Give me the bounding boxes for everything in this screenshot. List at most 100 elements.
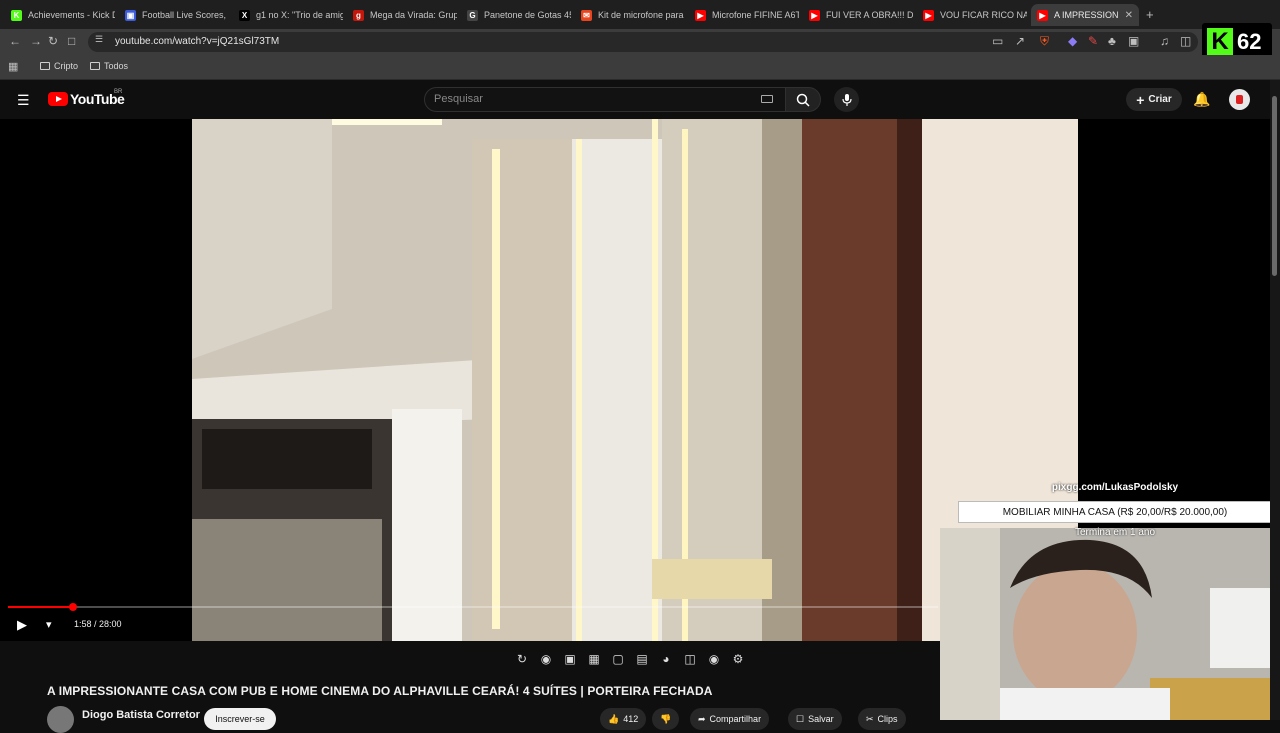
tab-title: Mega da Virada: Grup <box>370 10 457 20</box>
country-code: BR <box>114 89 123 95</box>
sidebar-icon[interactable]: ◫ <box>1180 34 1191 48</box>
webcam-feed-image <box>940 528 1280 720</box>
screenshot-icon[interactable]: ▣ <box>1128 34 1139 48</box>
browser-tab[interactable]: ▶ A IMPRESSION ✕ <box>1031 4 1139 26</box>
speed-icon[interactable]: ◕ <box>656 649 676 669</box>
extensions-puzzle-icon[interactable]: ♣ <box>1108 34 1116 48</box>
settings-gear-icon[interactable]: ⚙ <box>728 649 748 669</box>
browser-tab[interactable]: G Panetone de Gotas 45 <box>461 4 571 26</box>
clip-button[interactable]: ✂ Clips <box>858 708 906 730</box>
playlist-icon[interactable]: ▤ <box>632 649 652 669</box>
back-icon[interactable]: ← <box>9 34 21 48</box>
loop-icon[interactable]: ↻ <box>512 649 532 669</box>
search-button[interactable] <box>785 87 821 112</box>
bookmark-folder-cripto[interactable]: Cripto <box>40 61 78 71</box>
browser-tab[interactable]: K Achievements - Kick D <box>5 4 115 26</box>
url-text[interactable]: youtube.com/watch?v=jQ21sGl73TM <box>115 36 279 47</box>
bookmark-label: Todos <box>104 61 129 71</box>
share-button[interactable]: ➦ Compartilhar <box>690 708 770 730</box>
create-button[interactable]: + Criar <box>1126 88 1182 111</box>
tab-favicon-icon: ✉ <box>581 9 592 21</box>
view-icon[interactable]: ▣ <box>560 649 580 669</box>
search-icon <box>796 93 810 107</box>
tab-favicon-icon: ▶ <box>923 9 934 21</box>
thumbs-up-icon: 👍 <box>608 713 620 724</box>
tab-favicon-icon: ▶ <box>809 9 820 21</box>
tab-favicon-icon: K <box>11 9 22 21</box>
save-button[interactable]: ☐ Salvar <box>788 708 842 730</box>
tab-title: VOU FICAR RICO NA F <box>940 10 1027 20</box>
new-tab-icon[interactable]: + <box>1146 7 1154 22</box>
bookmark-icon[interactable]: □ <box>68 34 75 48</box>
share-icon: ➦ <box>698 713 706 724</box>
save-label: Salvar <box>808 714 834 724</box>
apps-grid-icon[interactable]: ▦ <box>8 60 18 73</box>
tab-favicon-icon: G <box>467 9 478 21</box>
cinema-icon[interactable]: ▦ <box>584 649 604 669</box>
tab-title: Microfone FIFINE A6T <box>712 10 799 20</box>
folder-icon <box>90 62 100 70</box>
account-avatar[interactable] <box>1229 89 1250 110</box>
cast-icon[interactable]: ▭ <box>992 34 1003 48</box>
reload-icon[interactable]: ↻ <box>48 34 58 48</box>
browser-tab[interactable]: Xg1 no X: "Trio de amig <box>233 4 343 26</box>
clip-label: Clips <box>877 714 898 724</box>
notifications-bell-icon[interactable]: 🔔 <box>1193 91 1210 108</box>
goal-deadline: Termina em 1 ano <box>1074 527 1156 538</box>
browser-tab[interactable]: ▶ VOU FICAR RICO NA F <box>917 4 1027 26</box>
tab-title: g1 no X: "Trio de amig <box>256 10 343 20</box>
youtube-logo-icon[interactable] <box>48 92 68 106</box>
volume-icon[interactable]: ▾ <box>46 618 52 631</box>
site-info-icon[interactable]: ☰ <box>95 34 103 45</box>
share-label: Compartilhar <box>709 714 762 724</box>
tab-favicon-icon: ▣ <box>125 9 136 21</box>
folder-icon <box>40 62 50 70</box>
progress-scrubber[interactable] <box>69 603 77 611</box>
progress-track[interactable] <box>8 606 938 608</box>
forward-icon[interactable]: → <box>30 34 42 48</box>
menu-icon[interactable]: ☰ <box>17 92 30 109</box>
tab-title: Kit de microfone para <box>598 10 684 20</box>
video-title: A IMPRESSIONANTE CASA COM PUB E HOME CIN… <box>47 684 713 698</box>
extension-toolbar: ↻ ◉ ▣ ▦ ▢ ▤ ◕ ◫ ◉ ⚙ <box>512 648 758 670</box>
tab-favicon-icon: g <box>353 9 364 21</box>
time-display: 1:58 / 28:00 <box>74 619 122 629</box>
like-count: 412 <box>623 714 639 724</box>
plus-icon: + <box>1136 91 1145 108</box>
bookmark-folder-todos[interactable]: Todos <box>90 61 128 71</box>
keyboard-icon[interactable] <box>761 95 773 103</box>
tab-close-icon[interactable]: ✕ <box>1125 10 1133 21</box>
kick-viewer-count: 62 <box>1237 29 1262 54</box>
browser-tab[interactable]: ▶ Microfone FIFINE A6T <box>689 4 799 26</box>
streamer-webcam <box>940 528 1280 720</box>
channel-name[interactable]: Diogo Batista Corretor <box>82 709 200 721</box>
browser-tab[interactable]: ▣ Football Live Scores, Fi <box>119 4 229 26</box>
microphone-icon <box>841 93 852 106</box>
scrollbar-thumb[interactable] <box>1272 96 1277 276</box>
voice-search-button[interactable] <box>834 87 859 112</box>
extension-icon[interactable]: ◆ <box>1068 34 1077 48</box>
browser-tab[interactable]: g Mega da Virada: Grup <box>347 4 457 26</box>
thumbs-down-icon: 👎 <box>660 713 672 724</box>
tab-title: Football Live Scores, Fi <box>142 10 229 20</box>
popup-icon[interactable]: ◫ <box>680 649 700 669</box>
bookmarks-bar <box>0 55 1280 80</box>
search-placeholder: Pesquisar <box>434 93 483 105</box>
like-button[interactable]: 👍 412 <box>600 708 647 730</box>
share-page-icon[interactable]: ↗ <box>1015 34 1025 48</box>
browser-tab[interactable]: ▶ FUI VER A OBRA!!! DA <box>803 4 913 26</box>
camera-icon[interactable]: ◉ <box>704 649 724 669</box>
save-icon: ☐ <box>796 713 805 724</box>
brave-shield-icon[interactable]: ⛨ <box>1040 34 1049 49</box>
kick-logo: K <box>1207 28 1233 56</box>
media-icon[interactable]: ♫ <box>1160 34 1169 48</box>
subscribe-button[interactable]: Inscrever-se <box>204 708 276 730</box>
play-icon[interactable]: ▶ <box>17 617 27 633</box>
tab-favicon-icon: X <box>239 9 250 21</box>
extension-icon[interactable]: ✎ <box>1088 34 1098 48</box>
browser-tab[interactable]: ✉ Kit de microfone para <box>575 4 685 26</box>
frame-icon[interactable]: ▢ <box>608 649 628 669</box>
dislike-button[interactable]: 👎 <box>652 708 680 730</box>
audio-icon[interactable]: ◉ <box>536 649 556 669</box>
donation-goal: MOBILIAR MINHA CASA (R$ 20,00/R$ 20.000,… <box>958 501 1272 523</box>
